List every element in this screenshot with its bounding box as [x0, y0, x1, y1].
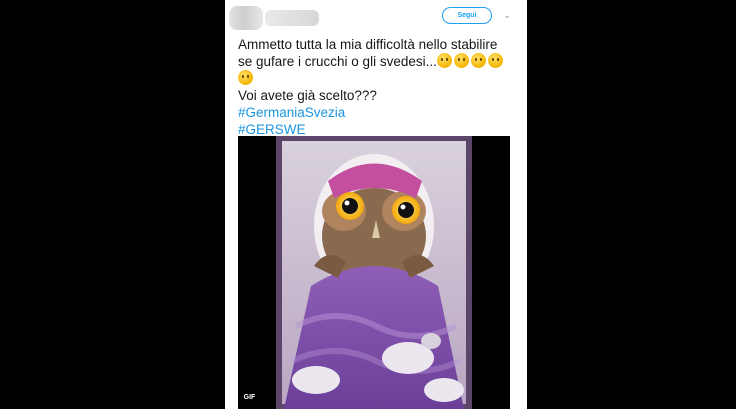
hashtag-germaniasvezia[interactable]: #GermaniaSvezia — [238, 104, 523, 121]
chevron-down-icon[interactable]: ⌄ — [501, 9, 513, 21]
tweet-text-line-2-text: se gufare i crucchi o gli svedesi... — [238, 54, 437, 69]
tweet-text-line-3 — [238, 70, 523, 87]
owl-in-bed-image[interactable] — [276, 136, 472, 409]
blurred-username — [265, 10, 319, 26]
thinking-face-icon — [453, 53, 469, 68]
blurred-author-info — [225, 4, 325, 30]
tweet-text-line-1: Ammetto tutta la mia difficoltà nello st… — [238, 37, 498, 52]
tweet-text-line-2: se gufare i crucchi o gli svedesi... — [238, 53, 523, 70]
tweet-question: Voi avete già scelto??? — [238, 88, 377, 103]
tweet-card: Segui ⌄ Ammetto tutta la mia difficoltà … — [225, 0, 527, 409]
thinking-face-icon — [470, 53, 486, 68]
gif-badge: GIF — [241, 392, 258, 403]
tweet-text: Ammetto tutta la mia difficoltà nello st… — [238, 36, 523, 138]
gif-media[interactable]: GIF — [238, 136, 510, 409]
owl-illustration — [276, 136, 472, 409]
thinking-face-icon — [487, 53, 503, 68]
thinking-face-icon — [238, 70, 253, 85]
blurred-avatar — [229, 6, 263, 30]
follow-button[interactable]: Segui — [442, 7, 492, 24]
thinking-face-icon — [436, 53, 452, 68]
